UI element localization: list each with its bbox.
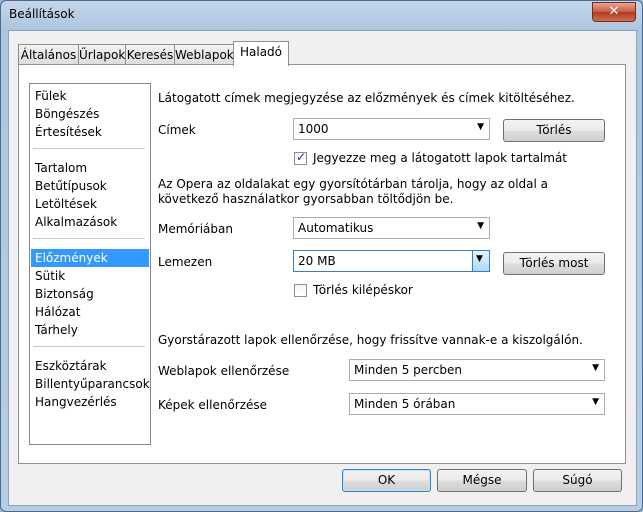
dropdown-arrow-button[interactable]: ▼: [472, 251, 489, 271]
remember-content-label: Jegyezze meg a látogatott lapok tartalmá…: [313, 151, 568, 165]
category-list[interactable]: Fülek Böngészés Értesítések Tartalom Bet…: [29, 83, 151, 445]
sidebar-item-history[interactable]: Előzmények: [31, 249, 149, 267]
tab-search[interactable]: Keresés: [125, 44, 175, 65]
sidebar-item-storage[interactable]: Tárhely: [31, 321, 149, 339]
sidebar-item-cookies[interactable]: Sütik: [31, 267, 149, 285]
check-intro: Gyorstárazott lapok ellenőrzése, hogy fr…: [158, 333, 583, 347]
sidebar-item-network[interactable]: Hálózat: [31, 303, 149, 321]
list-divider: [33, 148, 145, 149]
help-button[interactable]: Súgó: [533, 469, 622, 492]
cache-intro-line2: következő használatkor gyorsabban töltőd…: [158, 192, 454, 206]
tab-advanced[interactable]: Haladó: [233, 41, 289, 66]
clear-on-exit-checkbox[interactable]: [294, 284, 307, 297]
history-intro: Látogatott címek megjegyzése az előzmény…: [158, 91, 575, 105]
clear-history-button[interactable]: Törlés: [503, 119, 605, 142]
tab-webpages[interactable]: Weblapok: [174, 44, 234, 65]
check-images-value: Minden 5 órában: [354, 397, 456, 411]
checkmark-icon: ✓: [296, 150, 307, 164]
disk-cache-dropdown[interactable]: 20 MB ▼: [293, 250, 490, 272]
sidebar-item-security[interactable]: Biztonság: [31, 285, 149, 303]
sidebar-item-content[interactable]: Tartalom: [31, 159, 149, 177]
advanced-panel: Fülek Böngészés Értesítések Tartalom Bet…: [18, 64, 626, 464]
clear-cache-now-button[interactable]: Törlés most: [503, 252, 605, 275]
sidebar-item-toolbars[interactable]: Eszköztárak: [31, 357, 149, 375]
sidebar-item-voice[interactable]: Hangvezérlés: [31, 393, 149, 411]
check-pages-dropdown[interactable]: Minden 5 percben ▼: [349, 359, 605, 381]
close-icon: ✕: [608, 4, 620, 19]
settings-window: Beállítások ✕ Általános Űrlapok Keresés …: [0, 0, 643, 512]
tab-general[interactable]: Általános: [18, 44, 79, 65]
memory-cache-label: Memóriában: [158, 222, 233, 236]
ok-button[interactable]: OK: [342, 469, 431, 492]
cache-intro-line1: Az Opera az oldalakat egy gyorsítótárban…: [158, 177, 549, 191]
list-divider: [33, 346, 145, 347]
check-images-label: Képek ellenőrzése: [158, 398, 268, 412]
remember-content-checkbox[interactable]: ✓: [294, 150, 307, 165]
clear-on-exit-label: Törlés kilépéskor: [313, 283, 413, 297]
memory-cache-value: Automatikus: [298, 221, 374, 235]
check-pages-value: Minden 5 percben: [354, 363, 463, 377]
chevron-down-icon: ▼: [477, 122, 484, 132]
disk-cache-value: 20 MB: [298, 254, 336, 268]
addresses-dropdown[interactable]: 1000 ▼: [293, 118, 490, 140]
addresses-value: 1000: [298, 122, 329, 136]
chevron-down-icon: ▼: [476, 254, 483, 264]
chevron-down-icon: ▼: [592, 363, 599, 373]
cancel-button[interactable]: Mégse: [437, 469, 527, 492]
sidebar-item-notifications[interactable]: Értesítések: [31, 123, 149, 141]
title-bar[interactable]: Beállítások ✕: [1, 1, 642, 29]
close-button[interactable]: ✕: [592, 2, 636, 22]
tab-forms[interactable]: Űrlapok: [78, 44, 126, 65]
chevron-down-icon: ▼: [477, 221, 484, 231]
chevron-down-icon: ▼: [592, 397, 599, 407]
sidebar-item-shortcuts[interactable]: Billentyűparancsok: [31, 375, 150, 393]
check-pages-label: Weblapok ellenőrzése: [158, 364, 290, 378]
disk-cache-label: Lemezen: [158, 255, 213, 269]
sidebar-item-downloads[interactable]: Letöltések: [31, 195, 149, 213]
list-divider: [33, 238, 145, 239]
sidebar-item-applications[interactable]: Alkalmazások: [31, 213, 149, 231]
check-images-dropdown[interactable]: Minden 5 órában ▼: [349, 393, 605, 415]
sidebar-item-browsing[interactable]: Böngészés: [31, 105, 149, 123]
addresses-label: Címek: [158, 123, 196, 137]
memory-cache-dropdown[interactable]: Automatikus ▼: [293, 217, 490, 239]
dialog-client: Általános Űrlapok Keresés Weblapok Halad…: [8, 30, 637, 506]
sidebar-item-fonts[interactable]: Betűtípusok: [31, 177, 149, 195]
sidebar-item-tabs[interactable]: Fülek: [31, 87, 149, 105]
window-title: Beállítások: [9, 7, 75, 21]
